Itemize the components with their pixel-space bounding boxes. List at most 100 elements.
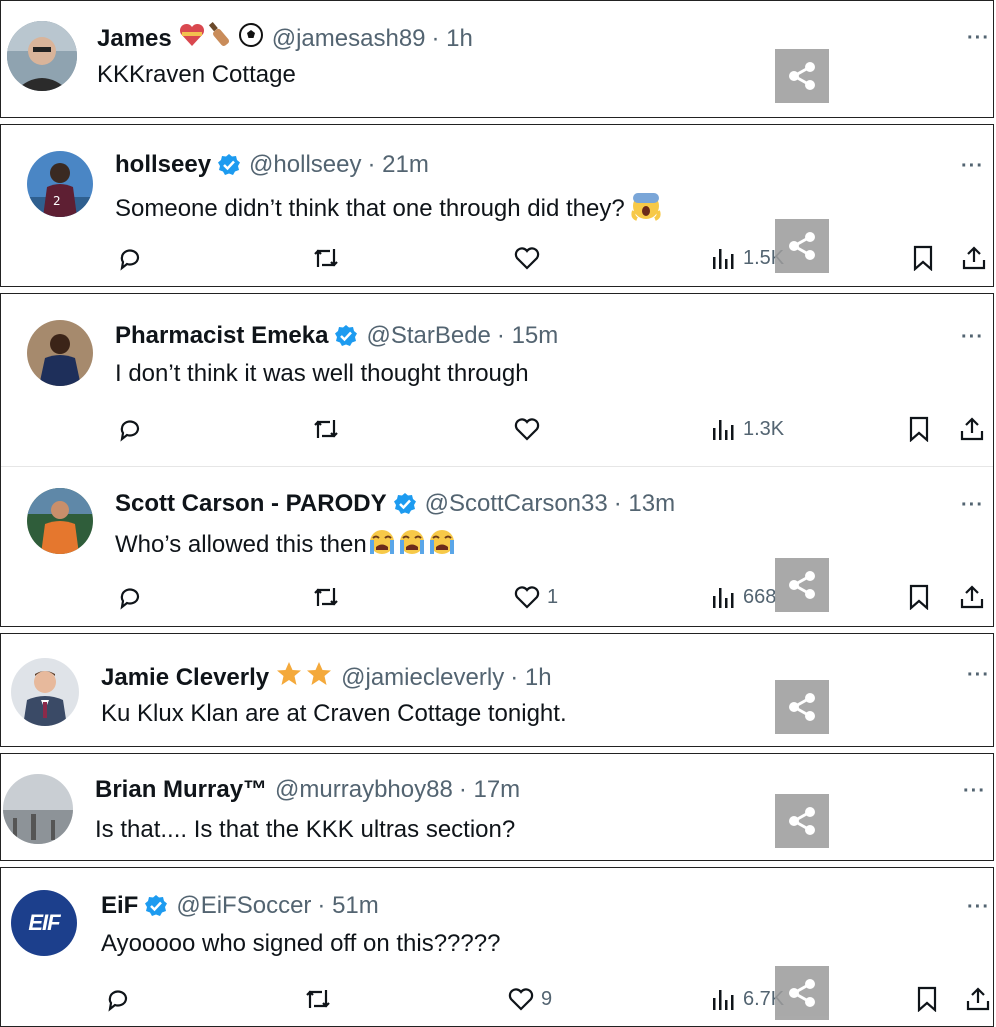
tweet-text: Who’s allowed this then [115, 528, 457, 563]
avatar[interactable]: EIF [11, 890, 77, 956]
tweet-text: Ayooooo who signed off on this????? [101, 930, 501, 957]
tweet-header: Pharmacist Emeka @StarBede · 15m [115, 322, 558, 350]
like-button[interactable] [513, 416, 541, 442]
tweet-card-1: James @jamesash89 · 1h KKKraven Cottage … [0, 0, 994, 118]
bookmark-button[interactable] [911, 245, 935, 271]
like-button[interactable]: 9 [507, 986, 552, 1012]
soccer-ball-icon [238, 22, 264, 55]
tweet-card-5: Brian Murray™ @murraybhoy88 · 17m Is tha… [0, 753, 994, 861]
more-options-icon[interactable]: ··· [961, 155, 984, 178]
tweet-header: Scott Carson - PARODY @ScottCarson33 · 1… [115, 490, 675, 518]
more-options-icon[interactable]: ··· [961, 494, 984, 517]
bookmark-button[interactable] [907, 584, 931, 610]
upload-share-button[interactable] [961, 245, 987, 271]
display-name[interactable]: Jamie Cleverly [101, 664, 269, 692]
timestamp[interactable]: · 21m [367, 151, 428, 179]
verified-badge-icon [144, 894, 168, 918]
timestamp[interactable]: · 51m [317, 892, 378, 920]
display-name[interactable]: Scott Carson - PARODY [115, 490, 387, 518]
display-name[interactable]: EiF [101, 892, 138, 920]
avatar[interactable] [11, 658, 79, 726]
views-button[interactable]: 1.3K [711, 416, 784, 442]
tweet-text-content: Someone didn’t think that one through di… [115, 194, 625, 222]
tweet-divider [1, 466, 993, 467]
display-name[interactable]: Brian Murray™ [95, 776, 267, 804]
avatar[interactable] [27, 488, 93, 554]
reply-button[interactable] [117, 245, 143, 271]
avatar[interactable] [27, 320, 93, 386]
upload-share-button[interactable] [959, 416, 985, 442]
share-icon[interactable] [775, 794, 829, 848]
retweet-button[interactable] [311, 584, 341, 610]
user-handle[interactable]: @jamiecleverly [341, 664, 504, 692]
bookmark-button[interactable] [915, 986, 939, 1012]
more-options-icon[interactable]: ··· [967, 896, 990, 919]
crying-face-emoji-icon [427, 528, 457, 563]
tweet-text: I don’t think it was well thought throug… [115, 360, 529, 387]
reply-button[interactable] [117, 584, 143, 610]
upload-share-button[interactable] [965, 986, 991, 1012]
crying-face-emoji-icon [397, 528, 427, 563]
display-name[interactable]: James [97, 25, 172, 53]
likes-count: 9 [541, 987, 553, 1010]
retweet-button[interactable] [311, 245, 341, 271]
avatar[interactable]: 2 [27, 151, 93, 217]
avatar[interactable] [3, 774, 73, 844]
user-handle[interactable]: @murraybhoy88 [275, 776, 453, 804]
views-button[interactable]: 6.7K [711, 986, 784, 1012]
verified-badge-icon [334, 324, 358, 348]
timestamp[interactable]: · 1h [432, 25, 473, 53]
user-handle[interactable]: @jamesash89 [272, 25, 426, 53]
verified-badge-icon [393, 492, 417, 516]
more-options-icon[interactable]: ··· [961, 326, 984, 349]
retweet-button[interactable] [303, 986, 333, 1012]
avatar[interactable] [7, 21, 77, 91]
tweet-header: Brian Murray™ @murraybhoy88 · 17m [95, 776, 520, 804]
tweet-text: Ku Klux Klan are at Craven Cottage tonig… [101, 700, 567, 727]
tweet-text-content: Who’s allowed this then [115, 530, 367, 558]
user-handle[interactable]: @hollseey [249, 151, 361, 179]
crying-face-emoji-icon [367, 528, 397, 563]
more-options-icon[interactable]: ··· [963, 780, 986, 803]
timestamp[interactable]: · 13m [614, 490, 675, 518]
display-name[interactable]: hollseey [115, 151, 211, 179]
upload-share-button[interactable] [959, 584, 985, 610]
user-handle[interactable]: @ScottCarson33 [425, 490, 608, 518]
likes-count: 1 [547, 585, 559, 608]
like-button[interactable] [513, 245, 541, 271]
user-handle[interactable]: @EiFSoccer [176, 892, 311, 920]
tweet-card-2: 2 hollseey @hollseey · 21m Someone didn’… [0, 124, 994, 287]
share-icon[interactable] [775, 966, 829, 1020]
like-button[interactable]: 1 [513, 584, 558, 610]
reply-button[interactable] [105, 986, 131, 1012]
share-icon[interactable] [775, 219, 829, 273]
views-button[interactable]: 1.5K [711, 245, 784, 271]
more-options-icon[interactable]: ··· [967, 664, 990, 687]
bookmark-button[interactable] [907, 416, 931, 442]
user-handle[interactable]: @StarBede [366, 322, 490, 350]
tweet-card-4: Jamie Cleverly @jamiecleverly · 1h Ku Kl… [0, 633, 994, 747]
tweet-header: hollseey @hollseey · 21m [115, 151, 429, 179]
tweet-card-6: EIF EiF @EiFSoccer · 51m Ayooooo who sig… [0, 867, 994, 1027]
share-icon[interactable] [775, 558, 829, 612]
tweet-header: James @jamesash89 · 1h [97, 21, 473, 56]
share-icon[interactable] [775, 49, 829, 103]
star-icon [275, 660, 303, 695]
views-button[interactable]: 668 [711, 584, 776, 610]
reply-button[interactable] [117, 416, 143, 442]
display-name[interactable]: Pharmacist Emeka [115, 322, 328, 350]
timestamp[interactable]: · 17m [459, 776, 520, 804]
tweet-text: Is that.... Is that the KKK ultras secti… [95, 816, 516, 843]
tweet-card-3: Pharmacist Emeka @StarBede · 15m I don’t… [0, 293, 994, 627]
more-options-icon[interactable]: ··· [967, 27, 990, 50]
verified-badge-icon [217, 153, 241, 177]
star-icon [305, 660, 333, 695]
timestamp[interactable]: · 1h [510, 664, 551, 692]
eif-logo: EIF [28, 910, 60, 935]
tweet-header: EiF @EiFSoccer · 51m [101, 892, 379, 920]
timestamp[interactable]: · 15m [497, 322, 558, 350]
share-icon[interactable] [775, 680, 829, 734]
retweet-button[interactable] [311, 416, 341, 442]
views-count: 668 [743, 585, 777, 608]
cricket-bat-icon [208, 21, 236, 56]
